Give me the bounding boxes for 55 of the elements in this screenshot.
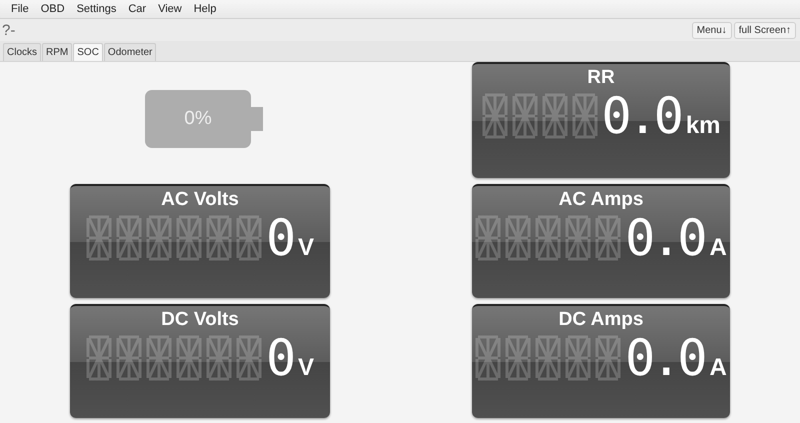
unit-label: A [709, 355, 727, 381]
unlit-segment-icon [505, 335, 532, 381]
menu-item[interactable]: Car [122, 3, 152, 15]
unit-label: km [686, 113, 720, 139]
unlit-segment-icon [535, 215, 562, 261]
unlit-segment-icon [146, 335, 172, 381]
battery-percent: 0% [184, 108, 212, 130]
unlit-segment-icon [482, 93, 508, 139]
unlit-segment-icon [86, 335, 112, 381]
unlit-segment-icon [535, 335, 562, 381]
gauge-title: DC Volts [161, 309, 239, 331]
gauge-reading: 0.0 [625, 215, 704, 261]
unlit-segment-icon [116, 215, 142, 261]
menu-item[interactable]: OBD [34, 3, 71, 15]
unlit-segment-icon [505, 215, 532, 261]
gauge-title: AC Volts [161, 189, 239, 211]
unlit-segment-icon [86, 215, 112, 261]
gauge-reading: 0 [266, 335, 292, 381]
gauge-reading: 0.0 [602, 93, 680, 139]
gauge-title: RR [587, 67, 615, 89]
menu-item[interactable]: File [5, 3, 35, 15]
tab[interactable]: Odometer [104, 43, 156, 61]
tab[interactable]: SOC [73, 43, 103, 61]
unit-label: V [298, 235, 314, 261]
menu-item[interactable]: Help [188, 3, 222, 15]
toolbar-button[interactable]: full Screen↑ [734, 22, 796, 38]
unlit-segment-icon [176, 335, 202, 381]
gauge-title: DC Amps [558, 309, 644, 331]
unlit-segment-icon [542, 93, 568, 139]
gauge-reading: 0.0 [625, 335, 704, 381]
unlit-segment-icon [206, 215, 232, 261]
unlit-segment-icon [565, 335, 592, 381]
unlit-segment-icon [236, 215, 262, 261]
unit-label: V [298, 355, 314, 381]
status-text: ?- [2, 22, 16, 38]
tab[interactable]: RPM [42, 43, 72, 61]
menu-item[interactable]: Settings [70, 3, 122, 15]
tab[interactable]: Clocks [3, 43, 42, 61]
unlit-segment-icon [475, 215, 502, 261]
unlit-segment-icon [116, 335, 142, 381]
unit-label: A [709, 235, 727, 261]
gauge-title: AC Amps [558, 189, 644, 211]
unlit-segment-icon [595, 335, 622, 381]
unlit-segment-icon [595, 215, 622, 261]
toolbar-button[interactable]: Menu↓ [692, 22, 732, 38]
unlit-segment-icon [475, 335, 502, 381]
gauge-reading: 0 [266, 215, 292, 261]
menu-item[interactable]: View [152, 3, 188, 15]
unlit-segment-icon [146, 215, 172, 261]
unlit-segment-icon [565, 215, 592, 261]
unlit-segment-icon [206, 335, 232, 381]
unlit-segment-icon [572, 93, 598, 139]
unlit-segment-icon [176, 215, 202, 261]
unlit-segment-icon [512, 93, 538, 139]
unlit-segment-icon [236, 335, 262, 381]
